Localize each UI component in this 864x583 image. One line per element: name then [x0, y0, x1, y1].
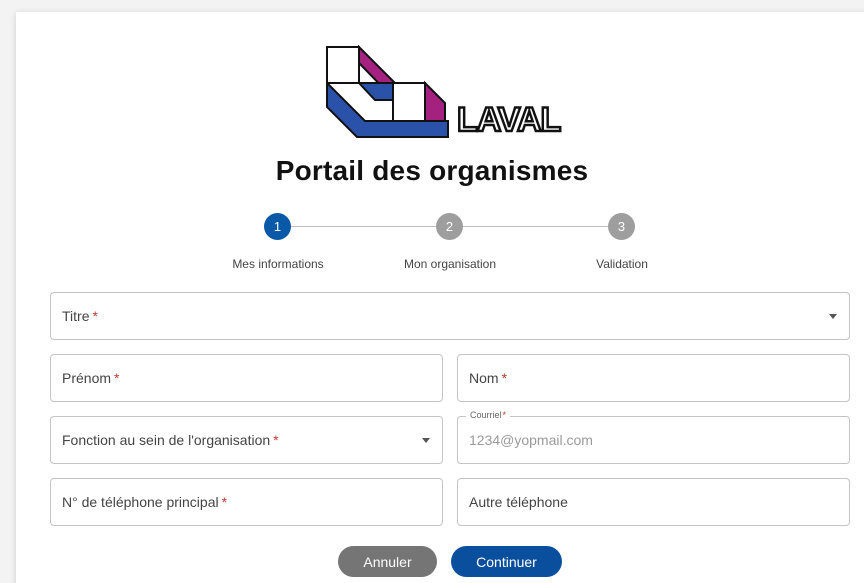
nom-input[interactable]: Nom *	[457, 354, 850, 402]
svg-text:LAVAL: LAVAL	[457, 101, 561, 139]
fonction-select[interactable]: Fonction au sein de l'organisation *	[50, 416, 443, 464]
chevron-down-icon	[829, 314, 837, 319]
courriel-value: 1234@yopmail.com	[469, 432, 593, 448]
step-2-indicator: 2	[436, 213, 463, 240]
continue-button[interactable]: Continuer	[451, 546, 562, 577]
cancel-button[interactable]: Annuler	[338, 546, 437, 577]
autre-telephone-input[interactable]: Autre téléphone	[457, 478, 850, 526]
fonction-label: Fonction au sein de l'organisation *	[62, 432, 279, 448]
step-1-indicator: 1	[264, 213, 291, 240]
prenom-input[interactable]: Prénom *	[50, 354, 443, 402]
telephone-label: N° de téléphone principal *	[62, 494, 228, 510]
step-3-indicator: 3	[608, 213, 635, 240]
telephone-input[interactable]: N° de téléphone principal *	[50, 478, 443, 526]
page-title: Portail des organismes	[275, 155, 589, 186]
courriel-input[interactable]: Courriel* 1234@yopmail.com	[457, 410, 850, 464]
nom-label: Nom *	[469, 370, 508, 386]
chevron-down-icon	[422, 438, 430, 443]
laval-logo: LAVAL	[326, 45, 563, 140]
step-connector	[291, 226, 436, 227]
titre-label: Titre *	[62, 308, 98, 324]
titre-select[interactable]: Titre *	[50, 292, 850, 340]
step-3-label: Validation	[596, 257, 648, 271]
step-1-label: Mes informations	[232, 257, 324, 271]
courriel-label: Courriel*	[466, 410, 511, 420]
prenom-label: Prénom *	[62, 370, 120, 386]
step-2-label: Mon organisation	[403, 257, 497, 271]
autre-telephone-label: Autre téléphone	[469, 494, 568, 510]
step-connector	[463, 226, 608, 227]
